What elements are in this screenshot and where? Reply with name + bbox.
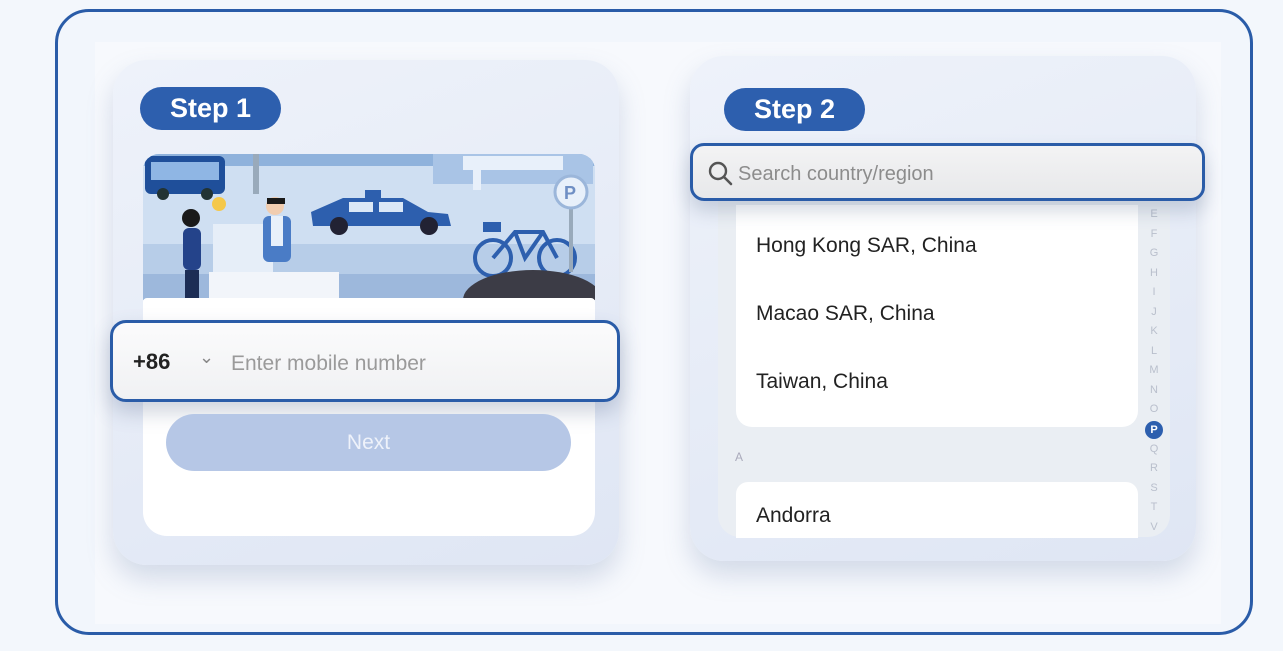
index-letter-active[interactable]: P: [1145, 420, 1163, 439]
city-scene-illustration: P: [143, 154, 595, 300]
phone-input-row[interactable]: +86 ⌄ Enter mobile number: [110, 320, 620, 402]
index-letter[interactable]: H: [1144, 264, 1164, 284]
alphabet-index[interactable]: E F G H I J K L M N O P Q R S T V: [1144, 205, 1164, 537]
section-header: A: [735, 450, 744, 464]
step2-badge: Step 2: [724, 88, 865, 131]
index-letter[interactable]: S: [1144, 479, 1164, 499]
index-letter[interactable]: E: [1144, 205, 1164, 225]
mobile-number-input[interactable]: Enter mobile number: [231, 352, 426, 376]
index-letter[interactable]: V: [1144, 518, 1164, 538]
search-bar[interactable]: Search country/region: [690, 143, 1205, 201]
chevron-down-icon[interactable]: ⌄: [199, 347, 214, 368]
next-button[interactable]: Next: [166, 414, 571, 471]
index-letter[interactable]: O: [1144, 400, 1164, 420]
search-input[interactable]: Search country/region: [738, 163, 934, 186]
illustration-image: P: [143, 154, 595, 300]
index-letter[interactable]: I: [1144, 283, 1164, 303]
list-item[interactable]: Andorra: [756, 504, 831, 528]
index-letter[interactable]: L: [1144, 342, 1164, 362]
index-letter[interactable]: G: [1144, 244, 1164, 264]
search-icon: [708, 161, 733, 186]
index-letter[interactable]: R: [1144, 459, 1164, 479]
index-letter[interactable]: F: [1144, 225, 1164, 245]
index-letter[interactable]: T: [1144, 498, 1164, 518]
index-letter[interactable]: M: [1144, 361, 1164, 381]
index-letter[interactable]: J: [1144, 303, 1164, 323]
index-letter[interactable]: Q: [1144, 440, 1164, 460]
svg-text:P: P: [564, 183, 576, 203]
list-item[interactable]: Hong Kong SAR, China: [756, 234, 977, 258]
step1-badge: Step 1: [140, 87, 281, 130]
index-letter[interactable]: N: [1144, 381, 1164, 401]
country-code-selector[interactable]: +86: [133, 349, 170, 375]
list-item[interactable]: Macao SAR, China: [756, 302, 935, 326]
index-letter[interactable]: K: [1144, 322, 1164, 342]
list-item[interactable]: Taiwan, China: [756, 370, 888, 394]
